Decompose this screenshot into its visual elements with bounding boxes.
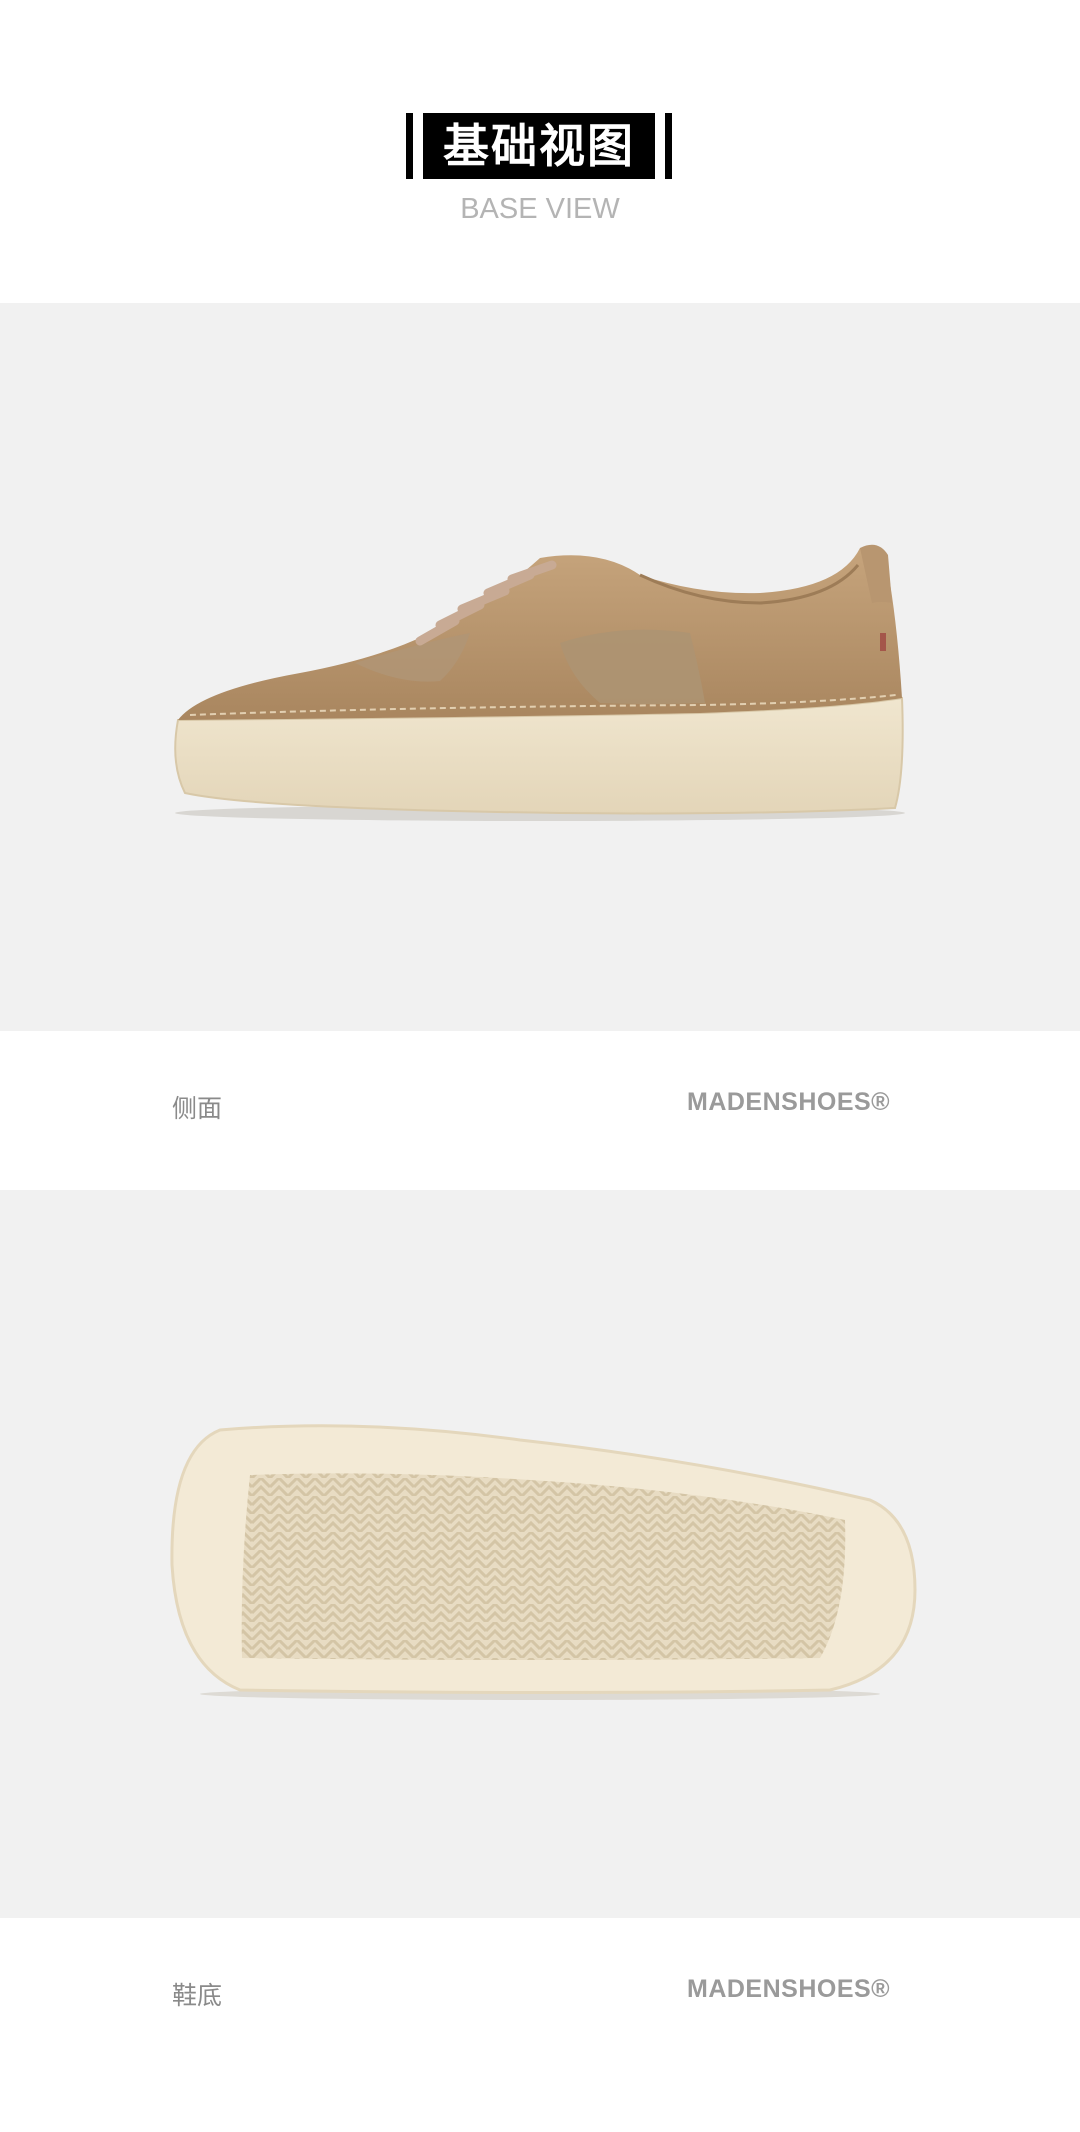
- sole-view-photo: [0, 1190, 1080, 1918]
- side-view-caption: 侧面 MADENSHOES®: [0, 1031, 1080, 1190]
- title-bar-right: [665, 113, 672, 179]
- sneaker-side-illustration: [174, 544, 905, 821]
- brand-name: MADENSHOES®: [687, 1088, 891, 1116]
- shoe-heel-label: [880, 633, 886, 651]
- title-badge: 基础视图: [406, 113, 672, 179]
- side-view-label: 侧面: [172, 1094, 223, 1123]
- section-subtitle: BASE VIEW: [460, 193, 620, 225]
- title-bar-left: [406, 113, 413, 179]
- sole-view-caption: 鞋底 MADENSHOES®: [0, 1918, 1080, 2132]
- sneaker-sole-illustration: [170, 1424, 917, 1700]
- sole-view-label: 鞋底: [172, 1981, 223, 2010]
- section-header: 基础视图 BASE VIEW: [0, 0, 1080, 303]
- section-title: 基础视图: [423, 113, 655, 179]
- side-view-photo: [0, 303, 1080, 1031]
- brand-name: MADENSHOES®: [687, 1975, 891, 2003]
